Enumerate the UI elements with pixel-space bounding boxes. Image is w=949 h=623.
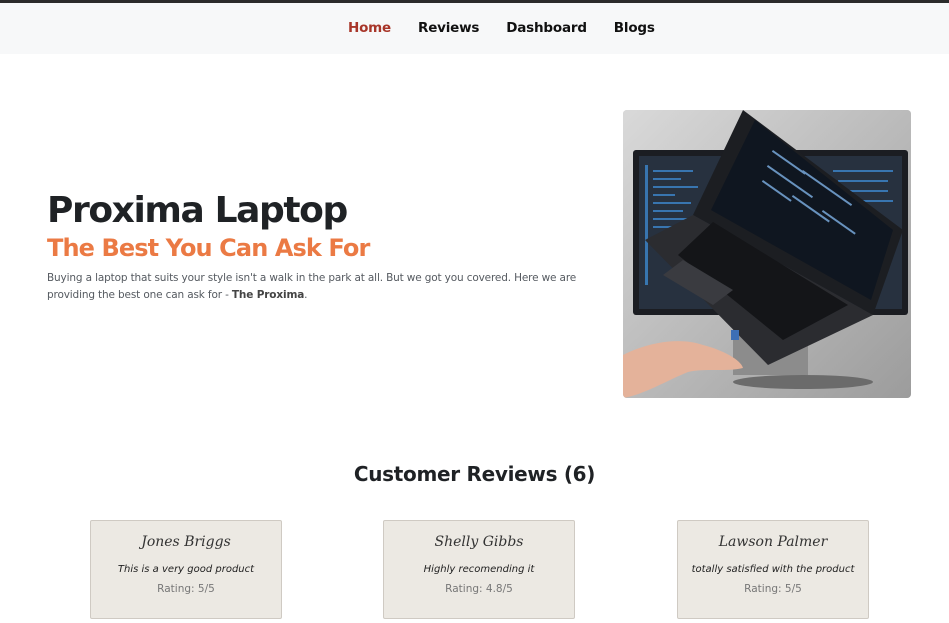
hero-description-text: Buying a laptop that suits your style is… <box>47 272 577 301</box>
review-text: totally satisfied with the product <box>691 564 855 575</box>
hero-description-product: The Proxima <box>231 288 305 301</box>
hero-description-end: . <box>304 288 308 301</box>
nav-blogs-link[interactable]: Blogs <box>614 20 655 36</box>
review-card: Lawson Palmer totally satisfied with the… <box>677 520 869 619</box>
review-rating: Rating: 5/5 <box>744 583 802 595</box>
hero-description: Buying a laptop that suits your style is… <box>47 270 587 303</box>
navbar: Home Reviews Dashboard Blogs <box>0 3 949 54</box>
reviewer-name: Jones Briggs <box>141 534 231 550</box>
review-rating: Rating: 5/5 <box>157 583 215 595</box>
nav-home-link[interactable]: Home <box>348 20 391 36</box>
review-text: Highly recomending it <box>423 564 535 575</box>
reviewer-name: Lawson Palmer <box>718 534 828 550</box>
hero-section: Proxima Laptop The Best You Can Ask For … <box>47 190 587 303</box>
hero-subtitle: The Best You Can Ask For <box>47 234 370 262</box>
review-card: Jones Briggs This is a very good product… <box>90 520 282 619</box>
review-rating: Rating: 4.8/5 <box>445 583 513 595</box>
hero-title: Proxima Laptop <box>47 190 348 231</box>
reviews-heading: Customer Reviews (6) <box>353 462 596 486</box>
reviewer-name: Shelly Gibbs <box>434 534 524 550</box>
review-card: Shelly Gibbs Highly recomending it Ratin… <box>383 520 575 619</box>
hero-laptop-image <box>623 110 911 398</box>
nav-reviews-link[interactable]: Reviews <box>418 20 479 36</box>
nav-menu: Home Reviews Dashboard Blogs <box>348 20 682 36</box>
review-text: This is a very good product <box>117 564 255 575</box>
nav-dashboard-link[interactable]: Dashboard <box>506 20 587 36</box>
